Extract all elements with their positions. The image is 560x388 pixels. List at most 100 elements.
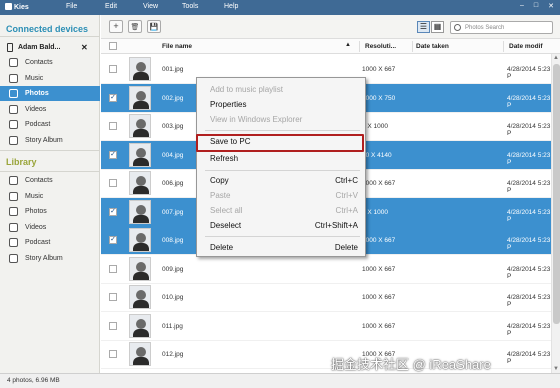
- person-body: [133, 214, 149, 223]
- scroll-up-icon[interactable]: ▲: [553, 55, 559, 61]
- row-checkbox[interactable]: [109, 321, 117, 330]
- row-checkbox[interactable]: ✓: [109, 236, 117, 244]
- trash-icon: 🗑: [130, 24, 140, 31]
- menu-edit[interactable]: Edit: [105, 3, 117, 10]
- menu-item-refresh[interactable]: Refresh: [210, 154, 238, 163]
- sidebar-item-photos[interactable]: Photos: [0, 204, 100, 219]
- person-head: [136, 204, 146, 215]
- table-row[interactable]: 009.jpg 1000 X 667 4/28/2014 5:23 P: [101, 255, 551, 284]
- menu-help[interactable]: Help: [224, 3, 238, 10]
- row-checkbox[interactable]: [109, 122, 117, 130]
- music-icon: [9, 191, 18, 201]
- person-body: [133, 243, 149, 251]
- row-checkbox[interactable]: [109, 264, 117, 273]
- table-row[interactable]: 011.jpg 1000 X 667 4/28/2014 5:23 P: [101, 312, 551, 341]
- resolution: 1000 X 667: [362, 322, 396, 330]
- app-logo: Kies: [5, 3, 29, 11]
- row-checkbox[interactable]: ✓: [109, 93, 117, 102]
- file-name: 003.jpg: [162, 123, 184, 130]
- menu-item-copy[interactable]: Copy: [210, 176, 229, 185]
- divider: [0, 36, 100, 37]
- scroll-down-icon[interactable]: ▼: [553, 366, 559, 372]
- watermark: 掘金技术社区 @ iReaShare: [331, 357, 491, 372]
- save-icon: 💾: [149, 24, 159, 31]
- menu-item-select-all: Select all: [210, 206, 243, 215]
- vertical-scrollbar[interactable]: ▲ ▼: [551, 54, 560, 373]
- sidebar-item-videos[interactable]: Videos: [0, 102, 100, 117]
- file-name: 008.jpg: [162, 237, 184, 244]
- save-button[interactable]: 💾: [147, 20, 161, 33]
- sidebar-item-contacts[interactable]: Contacts: [0, 55, 100, 70]
- sidebar-item-label: Photos: [25, 208, 47, 215]
- close-window-button[interactable]: ✕: [545, 2, 557, 10]
- menu-separator: [205, 236, 360, 237]
- file-name: 011.jpg: [162, 322, 183, 330]
- toolbar: + 🗑 💾 ☰ ▦ Photos Search: [101, 15, 560, 39]
- photo-thumbnail: [129, 199, 151, 224]
- row-checkbox[interactable]: [109, 179, 117, 187]
- person-head: [136, 290, 146, 300]
- sidebar-item-label: Podcast: [25, 239, 51, 246]
- sidebar-item-label: Contacts: [25, 59, 53, 66]
- menu-item-properties[interactable]: Properties: [210, 100, 246, 109]
- table-row[interactable]: 010.jpg 1000 X 667 4/28/2014 5:23 P: [101, 283, 551, 312]
- kies-logo-icon: [5, 3, 12, 10]
- file-name: 010.jpg: [162, 294, 184, 301]
- menu-separator: [205, 130, 360, 131]
- sidebar-item-photos[interactable]: Photos: [0, 86, 100, 101]
- disconnect-icon[interactable]: ✕: [81, 43, 88, 52]
- menu-bar: Kies File Edit View Tools Help – □ ✕: [0, 0, 560, 15]
- file-name: 001.jpg: [162, 66, 184, 73]
- date-modified: 4/28/2014 5:23 P: [507, 180, 551, 194]
- videos-icon: [9, 104, 18, 114]
- add-button[interactable]: +: [109, 20, 123, 33]
- menu-shortcut: Ctrl+A: [335, 206, 358, 215]
- menu-shortcut: Ctrl+C: [335, 176, 358, 185]
- sidebar-item-label: Podcast: [25, 121, 51, 128]
- sidebar-item-story-album[interactable]: Story Album: [0, 251, 100, 266]
- sidebar-item-podcast[interactable]: Podcast: [0, 117, 100, 132]
- header-date-taken[interactable]: Date taken: [416, 43, 449, 50]
- list-view-button[interactable]: ☰: [417, 21, 430, 33]
- menu-shortcut: Ctrl+V: [335, 191, 358, 200]
- status-bar: 4 photos, 6.96 MB: [0, 373, 560, 388]
- sidebar-item-contacts[interactable]: Contacts: [0, 173, 100, 188]
- resolution: 1000 X 667: [362, 265, 396, 273]
- library-title: Library: [6, 157, 37, 167]
- row-checkbox[interactable]: ✓: [109, 207, 117, 216]
- sidebar-item-label: Music: [25, 74, 44, 82]
- person-body: [133, 271, 149, 280]
- select-all-checkbox[interactable]: [109, 42, 117, 50]
- sidebar-item-podcast[interactable]: Podcast: [0, 235, 100, 250]
- photo-thumbnail: [129, 142, 151, 167]
- header-resolution[interactable]: Resoluti...: [365, 43, 396, 50]
- scrollbar-thumb[interactable]: [553, 64, 560, 324]
- grid-view-button[interactable]: ▦: [431, 21, 444, 33]
- person-body: [133, 72, 149, 80]
- row-checkbox[interactable]: [109, 65, 117, 73]
- header-date-modified[interactable]: Date modif: [509, 43, 543, 50]
- minimize-button[interactable]: –: [516, 2, 528, 9]
- sidebar-item-videos[interactable]: Videos: [0, 220, 100, 235]
- header-file-name[interactable]: File name: [162, 43, 192, 50]
- file-name: 002.jpg: [162, 94, 184, 102]
- menu-item-deselect[interactable]: Deselect: [210, 221, 241, 230]
- context-menu: Add to music playlist Properties View in W…: [196, 77, 366, 257]
- menu-view[interactable]: View: [143, 3, 158, 10]
- person-head: [136, 318, 146, 329]
- menu-shortcut: Ctrl+Shift+A: [314, 221, 358, 230]
- sidebar-item-story-album[interactable]: Story Album: [0, 133, 100, 148]
- sidebar-item-music[interactable]: Music: [0, 189, 100, 204]
- row-checkbox[interactable]: [109, 350, 117, 358]
- search-box[interactable]: Photos Search: [450, 21, 553, 34]
- menu-tools[interactable]: Tools: [182, 3, 198, 10]
- photo-thumbnail: [129, 171, 151, 195]
- row-checkbox[interactable]: ✓: [109, 150, 117, 159]
- sidebar-item-music[interactable]: Music: [0, 71, 100, 86]
- delete-button[interactable]: 🗑: [128, 20, 142, 33]
- row-checkbox[interactable]: [109, 293, 117, 301]
- menu-item-delete[interactable]: Delete: [210, 243, 233, 252]
- sidebar-item-label: Story Album: [25, 136, 63, 144]
- maximize-button[interactable]: □: [530, 2, 542, 9]
- menu-file[interactable]: File: [66, 3, 77, 10]
